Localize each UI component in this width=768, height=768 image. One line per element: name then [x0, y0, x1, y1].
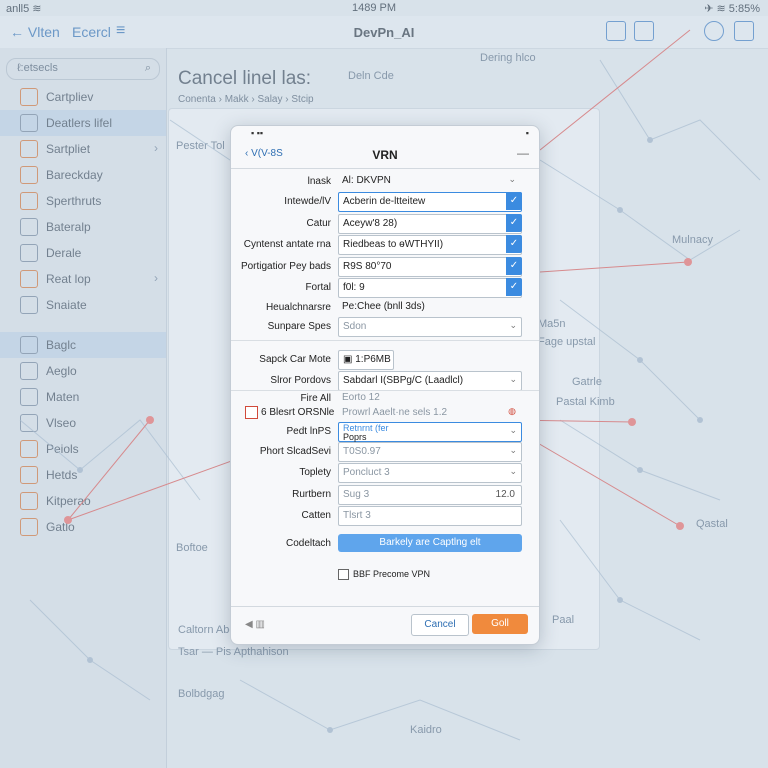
minimize-icon[interactable]: —	[517, 146, 529, 160]
field-row: Sunpare Spes Sdon ⌄	[231, 317, 539, 337]
field-row: Toplety Poncluct 3 ⌄	[231, 463, 539, 483]
field-label: Heualchnarsre	[265, 302, 331, 313]
field-label: Phort SlcadSevi	[259, 446, 331, 457]
chevron-down-icon: ⌄	[509, 320, 517, 330]
field-input[interactable]: R9S 80°70 ✓	[338, 257, 522, 277]
field-row: lnask Al: DKVPN ⌄	[231, 172, 539, 192]
field-label: Pedt lnPS	[286, 426, 331, 437]
dialog-status: ▪ ▪▪ ▪	[231, 126, 539, 140]
field-label: Sunpare Spes	[267, 321, 331, 332]
field-input[interactable]: Sug 3 12.0	[338, 485, 522, 505]
vpn-checkbox-label: BBF Precome VPN	[353, 569, 431, 579]
field-input[interactable]: f0l: 9 ✓	[338, 278, 522, 298]
field-row: Cyntenst antate rna Riedbeas to ɵWTHYII)…	[231, 235, 539, 255]
chevron-down-icon: ⌄	[509, 425, 517, 435]
field-row: Fortal f0l: 9 ✓	[231, 278, 539, 298]
chevron-down-icon: ⌄	[508, 174, 516, 184]
field-select[interactable]: Sdon ⌄	[338, 317, 522, 337]
field-input[interactable]: Riedbeas to ɵWTHYII) ✓	[338, 235, 522, 255]
vpn-checkbox[interactable]	[338, 569, 349, 581]
dialog-status-right: ▪	[525, 128, 529, 138]
field-select[interactable]: T0S0.97 ⌄	[338, 442, 522, 462]
apply-button[interactable]: Barkely are Captlng elt	[338, 534, 522, 552]
dialog-title: VRN	[372, 148, 398, 162]
field-row: Catur Aceyw'8 28) ✓	[231, 214, 539, 234]
field-label: Catten	[301, 510, 331, 521]
warning-icon: ◍	[508, 406, 516, 416]
field-label: Cyntenst antate rna	[243, 239, 331, 250]
field-select[interactable]: Retnrnt (fer Poprs ⌄	[338, 422, 522, 442]
field-select[interactable]: Poncluct 3 ⌄	[338, 463, 522, 483]
field-label: Fire All	[300, 393, 331, 404]
vpn-dialog: ▪ ▪▪ ▪ ‹ V(V-8S VRN — lnask Al: DKVPN ⌄ I…	[230, 125, 540, 645]
field-row: Phort SlcadSevi T0S0.97 ⌄	[231, 442, 539, 462]
field-row: Sapck Car Mote ▣ 1:P6MB	[231, 350, 539, 370]
field-label: Catur	[306, 218, 331, 229]
field-row: Slror Pordovs Sabdarl I(SBPɡ/C (Laadlcl)…	[231, 371, 539, 391]
field-row: Intewde/lV Acberin de-ltteitew ✓	[231, 192, 539, 212]
field-label: Toplety	[299, 467, 331, 478]
vpn-checkbox-row[interactable]: BBF Precome VPN	[338, 569, 431, 581]
action-label: Codeltach	[285, 538, 331, 549]
field-label: Intewde/lV	[284, 196, 331, 207]
field-label: Sapck Car Mote	[259, 354, 331, 365]
check-icon[interactable]: ✓	[506, 214, 522, 232]
field-select[interactable]: Sabdarl I(SBPɡ/C (Laadlcl) ⌄	[338, 371, 522, 391]
field-row: Rurtbern Sug 3 12.0	[231, 485, 539, 505]
chevron-down-icon: ⌄	[509, 445, 517, 455]
field-value: Al: DKVPN ⌄	[342, 174, 516, 186]
check-icon[interactable]: ✓	[506, 257, 522, 275]
toolbar-icon[interactable]: ◀ ▥	[245, 619, 265, 630]
check-icon[interactable]: ✓	[506, 192, 522, 210]
field-input[interactable]: ▣ 1:P6MB	[338, 350, 394, 370]
field-row: Pedt lnPS Retnrnt (fer Poprs ⌄	[231, 422, 539, 442]
field-value: Pe:Chee (bnll 3ds)	[342, 301, 425, 312]
field-row: Heualchnarsre Pe:Chee (bnll 3ds)	[231, 298, 539, 318]
cancel-button[interactable]: Cancel	[411, 614, 469, 636]
field-row: Portigatior Pey bads R9S 80°70 ✓	[231, 257, 539, 277]
field-input[interactable]: Tlsrt 3	[338, 506, 522, 526]
field-label: Slror Pordovs	[270, 375, 331, 386]
field-value: Prowrl Aaelt·ne sels 1.2 ◍	[342, 406, 516, 418]
dialog-footer: ◀ ▥ Cancel Goll	[231, 606, 539, 645]
field-row: Catten Tlsrt 3	[231, 506, 539, 526]
field-input[interactable]: Acberin de-ltteitew ✓	[338, 192, 522, 212]
field-label: lnask	[307, 176, 331, 187]
dialog-header: ‹ V(V-8S VRN —	[231, 142, 539, 169]
field-label: Portigatior Pey bads	[240, 261, 331, 272]
chevron-down-icon: ⌄	[509, 374, 517, 384]
check-icon[interactable]: ✓	[506, 235, 522, 253]
field-input[interactable]: Aceyw'8 28) ✓	[338, 214, 522, 234]
go-button[interactable]: Goll	[472, 614, 528, 634]
chevron-down-icon: ⌄	[509, 466, 517, 476]
field-row: Prowrl Aaelt·ne sels 1.2 ◍	[231, 404, 539, 424]
dialog-status-left: ▪ ▪▪	[251, 128, 264, 138]
field-label: Rurtbern	[292, 489, 331, 500]
divider	[231, 340, 539, 341]
check-icon[interactable]: ✓	[506, 278, 522, 296]
field-label: Fortal	[305, 282, 331, 293]
